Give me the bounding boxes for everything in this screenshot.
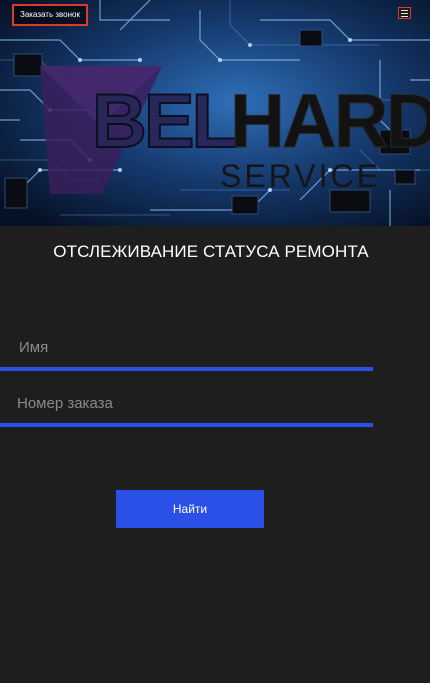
menu-line-icon: [401, 13, 408, 14]
logo-bel-text: BEL: [91, 79, 239, 164]
order-callback-button[interactable]: Заказать звонок: [12, 4, 88, 26]
page-title: ОТСЛЕЖИВАНИЕ СТАТУСА РЕМОНТА: [53, 242, 369, 261]
menu-line-icon: [401, 16, 408, 17]
logo-hard-text: HARD: [230, 79, 430, 164]
logo-service-text: SERVICE: [220, 158, 381, 194]
repair-status-page: BEL HARD SERVICE Заказать звонок ОТСЛЕЖИ…: [0, 0, 430, 683]
hero-banner: BEL HARD SERVICE Заказать звонок: [0, 0, 430, 226]
belhard-logo: BEL HARD SERVICE: [40, 66, 430, 194]
order-number-input[interactable]: [0, 383, 373, 427]
hamburger-menu-icon[interactable]: [398, 7, 411, 19]
name-input[interactable]: [0, 327, 373, 371]
menu-line-icon: [401, 10, 408, 11]
find-button[interactable]: Найти: [116, 490, 264, 528]
